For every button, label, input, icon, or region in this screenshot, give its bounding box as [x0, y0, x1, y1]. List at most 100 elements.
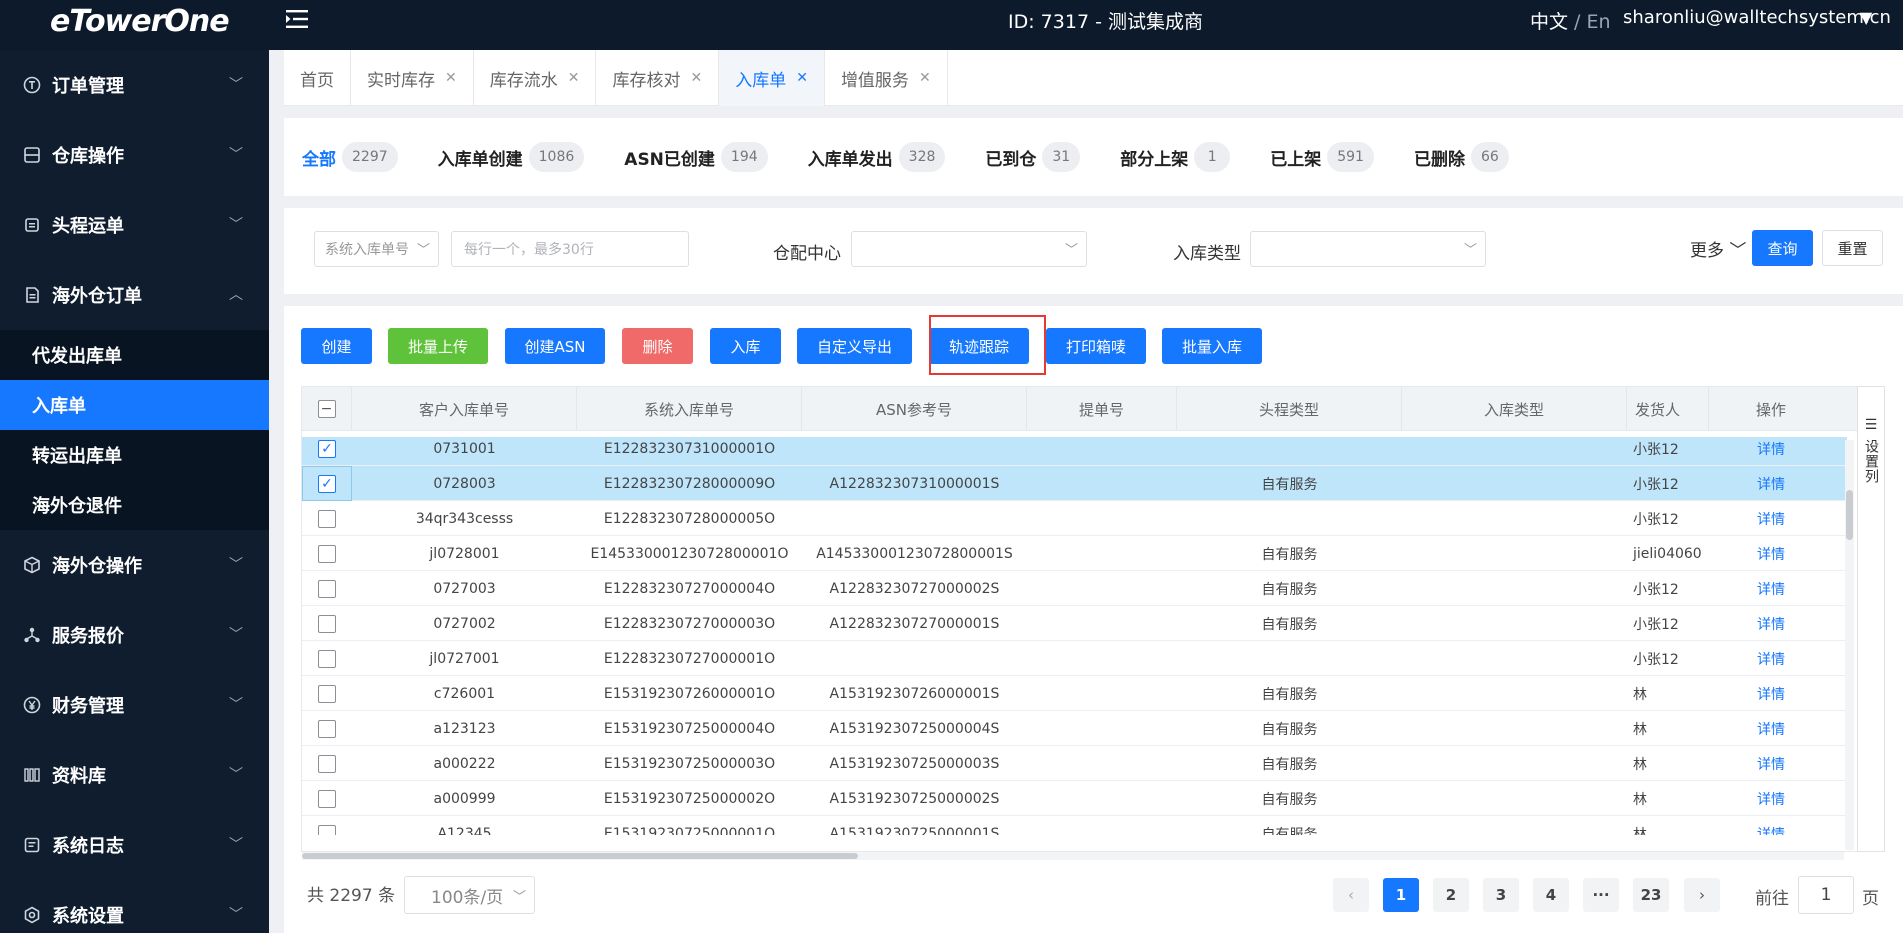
tab-inbound[interactable]: 入库单 ✕	[719, 50, 825, 106]
row-select-cell[interactable]	[302, 711, 352, 746]
row-checkbox[interactable]	[318, 754, 336, 773]
page-23[interactable]: 23	[1633, 878, 1669, 912]
warehouse-center-select[interactable]: ﹀	[851, 231, 1087, 267]
table-row[interactable]: ✓ 0728003 E12283230728000009O A122832307310…	[302, 466, 1847, 501]
row-select-cell[interactable]	[302, 606, 352, 641]
row-select-cell[interactable]	[302, 816, 352, 835]
language-switch[interactable]: 中文 / En	[1530, 7, 1611, 34]
user-dropdown-icon[interactable]: ▼	[1860, 8, 1872, 27]
tab-home[interactable]: 首页	[284, 50, 351, 106]
page-4[interactable]: 4	[1533, 878, 1569, 912]
row-checkbox[interactable]	[318, 649, 336, 668]
row-checkbox[interactable]	[318, 719, 336, 738]
row-checkbox[interactable]: ✓	[318, 439, 336, 458]
cell-action[interactable]: 详情	[1709, 606, 1833, 641]
row-checkbox[interactable]	[318, 614, 336, 633]
sidebar-item-settings[interactable]: 系统设置 ﹀	[0, 880, 269, 933]
header-system-no[interactable]: 系统入库单号	[577, 387, 802, 431]
query-button[interactable]: 查询	[1752, 230, 1813, 266]
custom-export-button[interactable]: 自定义导出	[797, 328, 912, 364]
inbound-type-select[interactable]: ﹀	[1250, 231, 1486, 267]
search-input[interactable]: 每行一个，最多30行	[451, 231, 689, 267]
user-email[interactable]: sharonliu@walltechsystem.cn	[1623, 7, 1891, 28]
select-all-cell[interactable]: −	[302, 387, 352, 431]
table-row[interactable]: jl0728001 E14533000123072800001O A14533000…	[302, 536, 1847, 571]
cell-action[interactable]: 详情	[1709, 536, 1833, 571]
status-tab-all[interactable]: 全部 2297	[302, 142, 398, 172]
row-select-cell[interactable]	[302, 676, 352, 711]
column-settings-button[interactable]: ☰ 设置列	[1857, 386, 1885, 852]
row-checkbox[interactable]	[318, 789, 336, 808]
lang-en[interactable]: En	[1587, 11, 1611, 33]
page-1[interactable]: 1	[1383, 878, 1419, 912]
page-2[interactable]: 2	[1433, 878, 1469, 912]
cell-action[interactable]: 详情	[1709, 466, 1833, 501]
table-row[interactable]: a000999 E15319230725000002O A1531923072500…	[302, 781, 1847, 816]
create-asn-button[interactable]: 创建ASN	[505, 328, 605, 364]
status-tab-shelved[interactable]: 已上架 591	[1270, 142, 1374, 172]
create-button[interactable]: 创建	[301, 328, 372, 364]
sidebar-item-warehouse-ops[interactable]: 仓库操作 ﹀	[0, 120, 269, 190]
sidebar-item-first-leg[interactable]: 头程运单 ﹀	[0, 190, 269, 260]
table-row[interactable]: ✓ 0731001 E12283230731000001O 小张12 详情	[302, 437, 1847, 466]
sidebar-subitem-inbound[interactable]: 入库单	[0, 380, 269, 430]
status-tab-arrived[interactable]: 已到仓 31	[985, 142, 1081, 172]
cell-action[interactable]: 详情	[1709, 676, 1833, 711]
lang-zh[interactable]: 中文	[1530, 11, 1568, 33]
tab-inventory-flow[interactable]: 库存流水 ✕	[474, 50, 597, 106]
bulk-inbound-button[interactable]: 批量入库	[1162, 328, 1262, 364]
select-all-checkbox[interactable]: −	[317, 400, 336, 418]
vertical-scrollbar[interactable]	[1845, 440, 1854, 850]
goto-page-input[interactable]: 1	[1798, 876, 1854, 914]
close-icon[interactable]: ✕	[690, 70, 702, 86]
cell-action[interactable]: 详情	[1709, 571, 1833, 606]
row-checkbox[interactable]	[318, 824, 336, 835]
scroll-thumb[interactable]	[1846, 490, 1853, 540]
row-select-cell[interactable]: ✓	[302, 437, 352, 466]
sidebar-subitem-returns[interactable]: 海外仓退件	[0, 480, 269, 530]
header-asn-ref[interactable]: ASN参考号	[802, 387, 1027, 431]
close-icon[interactable]: ✕	[919, 70, 931, 86]
row-select-cell[interactable]	[302, 781, 352, 816]
status-tab-partial-shelved[interactable]: 部分上架 1	[1120, 142, 1231, 172]
row-checkbox[interactable]	[318, 579, 336, 598]
cell-action[interactable]: 详情	[1709, 641, 1833, 676]
sidebar-subitem-transfer[interactable]: 转运出库单	[0, 430, 269, 480]
row-select-cell[interactable]	[302, 501, 352, 536]
header-shipper[interactable]: 发货人	[1627, 387, 1709, 431]
page-ellipsis[interactable]: ···	[1583, 878, 1619, 912]
header-first-leg-type[interactable]: 头程类型	[1177, 387, 1402, 431]
prev-page-button[interactable]: ‹	[1333, 878, 1369, 912]
tab-realtime-inventory[interactable]: 实时库存 ✕	[351, 50, 474, 106]
page-size-select[interactable]: 100条/页 ﹀	[404, 876, 535, 914]
tab-value-added[interactable]: 增值服务 ✕	[825, 50, 948, 106]
status-tab-sent[interactable]: 入库单发出 328	[808, 142, 946, 172]
cell-action[interactable]: 详情	[1709, 711, 1833, 746]
close-icon[interactable]: ✕	[445, 70, 457, 86]
table-row[interactable]: a123123 E15319230725000004O A1531923072500…	[302, 711, 1847, 746]
tab-inventory-check[interactable]: 库存核对 ✕	[596, 50, 720, 106]
sidebar-item-overseas-ops[interactable]: 海外仓操作 ﹀	[0, 530, 269, 600]
next-page-button[interactable]: ›	[1684, 878, 1720, 912]
search-type-select[interactable]: 系统入库单号 ﹀	[314, 231, 439, 267]
cell-action[interactable]: 详情	[1709, 501, 1833, 536]
table-row[interactable]: a000222 E15319230725000003O A1531923072500…	[302, 746, 1847, 781]
row-checkbox[interactable]	[318, 509, 336, 528]
scroll-thumb[interactable]	[302, 853, 858, 859]
close-icon[interactable]: ✕	[568, 70, 580, 86]
sidebar-item-finance[interactable]: 财务管理 ﹀	[0, 670, 269, 740]
delete-button[interactable]: 删除	[622, 328, 693, 364]
print-label-button[interactable]: 打印箱唛	[1046, 328, 1146, 364]
status-tab-asn-created[interactable]: ASN已创建 194	[624, 142, 768, 172]
row-select-cell[interactable]	[302, 571, 352, 606]
sidebar-item-pricing[interactable]: 服务报价 ﹀	[0, 600, 269, 670]
row-select-cell[interactable]	[302, 641, 352, 676]
cell-action[interactable]: 详情	[1709, 746, 1833, 781]
cell-action[interactable]: 详情	[1709, 437, 1833, 466]
status-tab-created[interactable]: 入库单创建 1086	[438, 142, 585, 172]
app-logo[interactable]: eTowerOne	[50, 4, 230, 39]
row-select-cell[interactable]	[302, 746, 352, 781]
cell-action[interactable]: 详情	[1709, 816, 1833, 836]
sidebar-item-overseas-orders[interactable]: 海外仓订单 ︿	[0, 260, 269, 330]
table-row[interactable]: jl0727001 E12283230727000001O 小张12 详情	[302, 641, 1847, 676]
